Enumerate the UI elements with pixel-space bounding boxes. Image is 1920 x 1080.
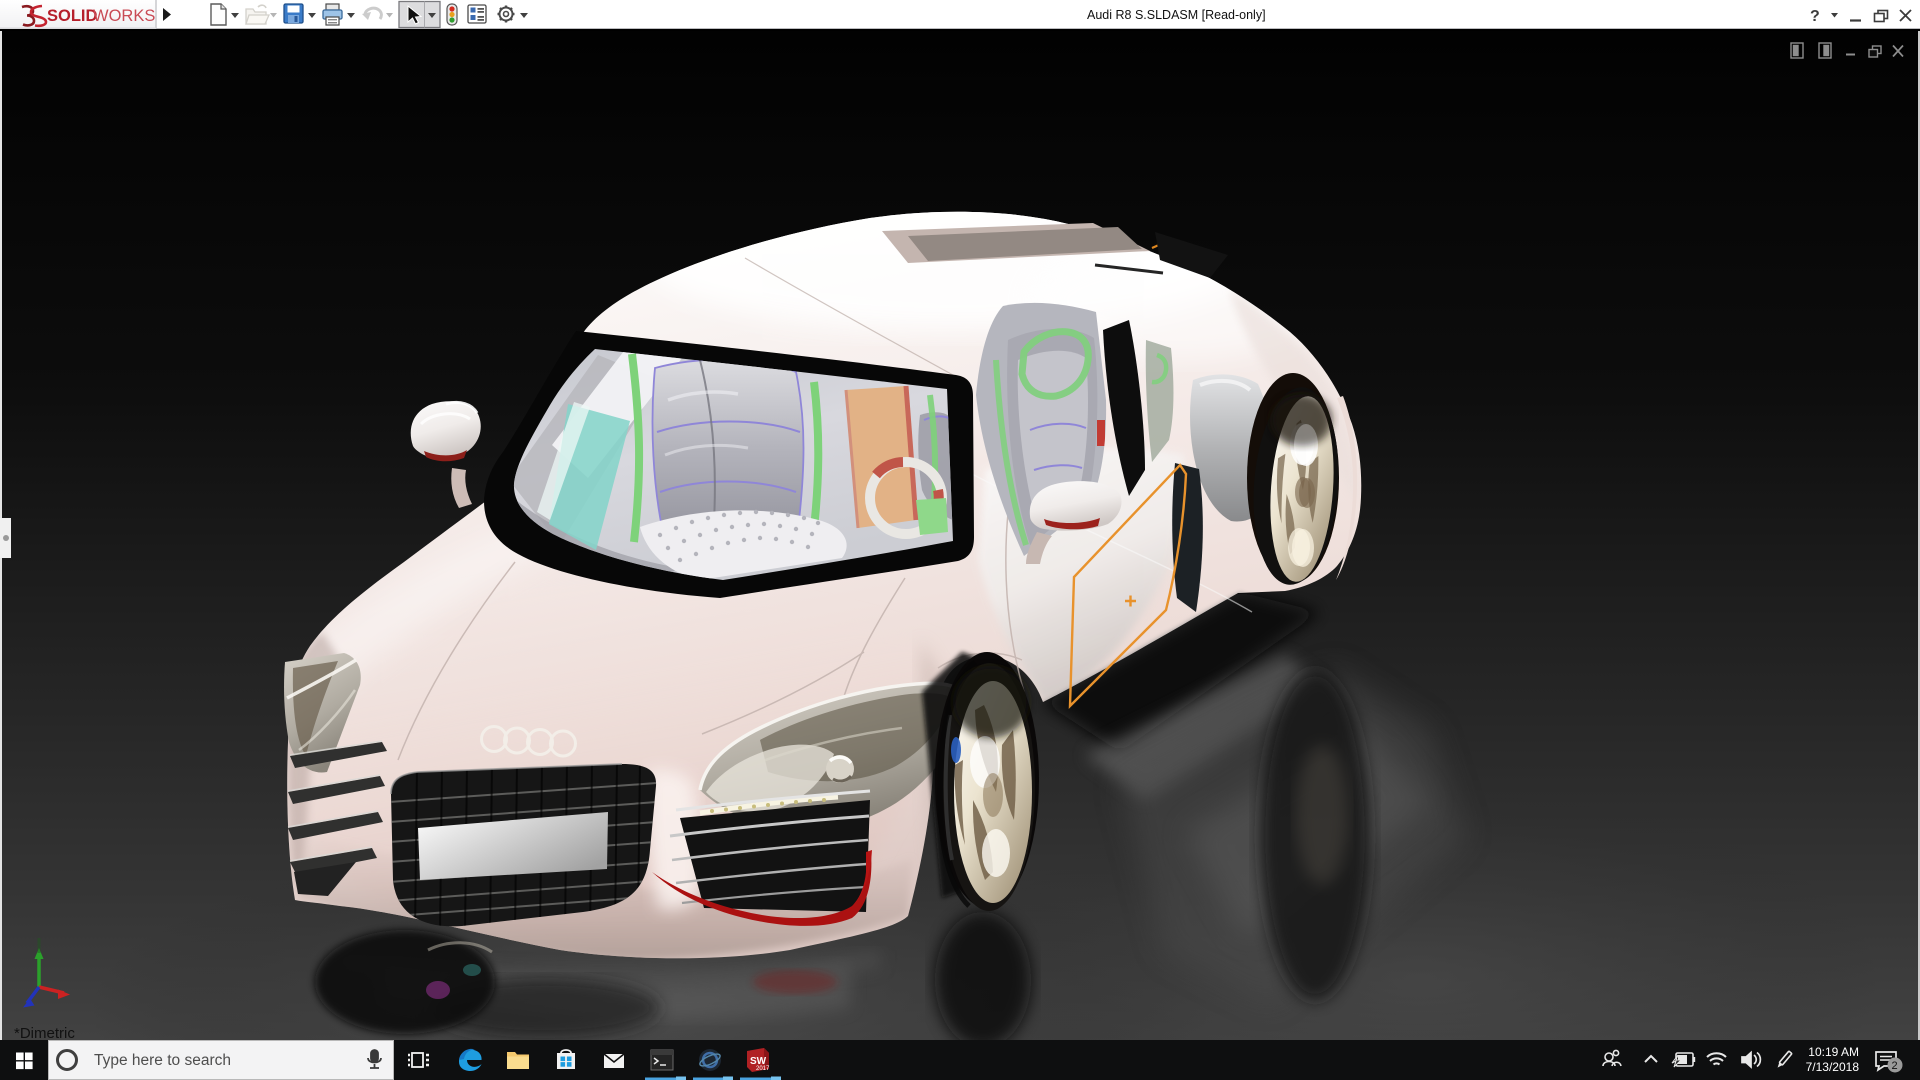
svg-text:2017: 2017: [756, 1066, 770, 1072]
svg-text:?: ?: [1810, 8, 1820, 25]
svg-text:WORKS: WORKS: [93, 7, 155, 25]
svg-text:SOLID: SOLID: [47, 7, 98, 25]
svg-text:2: 2: [1892, 1060, 1898, 1072]
